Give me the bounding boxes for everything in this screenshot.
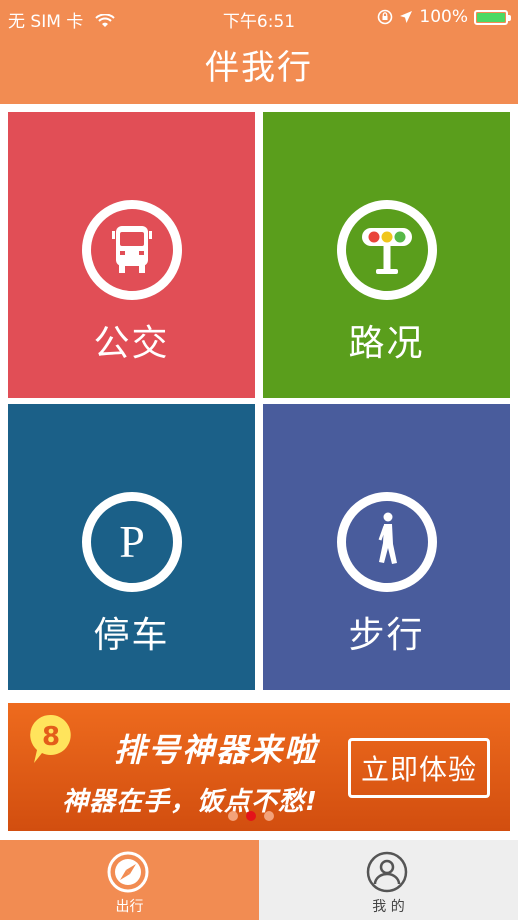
compass-icon: [107, 851, 149, 893]
try-now-button[interactable]: 立即体验: [348, 738, 490, 798]
banner-title: 排号神器来啦: [114, 731, 319, 769]
battery-percent: 100%: [419, 7, 468, 27]
tile-label: 停车: [93, 615, 170, 656]
tile-label: 步行: [348, 615, 425, 656]
tile-label: 公交: [93, 323, 170, 364]
battery-fill: [477, 12, 505, 22]
parking-icon: P: [82, 492, 182, 592]
svg-text:8: 8: [42, 722, 60, 752]
tab-label: 我 的: [372, 899, 405, 915]
status-bar: 无 SIM 卡 下午6:51 100%: [0, 0, 518, 34]
promo-banner[interactable]: 8 排号神器来啦 神器在手，饭点不愁! 立即体验: [8, 703, 510, 831]
tab-mine[interactable]: 我 的: [259, 840, 518, 920]
page-dot[interactable]: [228, 811, 238, 821]
page-title: 伴我行: [205, 48, 313, 88]
parking-tile[interactable]: P 停车: [8, 404, 255, 690]
page-dot[interactable]: [264, 811, 274, 821]
tab-travel[interactable]: 出行: [0, 840, 259, 920]
header-bar: 无 SIM 卡 下午6:51 100% 伴我行: [0, 0, 518, 104]
location-arrow-icon: [400, 11, 413, 23]
battery-icon: [474, 9, 511, 25]
page-dot-active[interactable]: [246, 811, 256, 821]
traffic-light-icon: [337, 200, 437, 300]
walking-tile[interactable]: 步行: [263, 404, 510, 690]
svg-text:P: P: [119, 516, 145, 567]
traffic-tile[interactable]: 路况: [263, 112, 510, 398]
tile-label: 路况: [348, 323, 425, 364]
page-indicator[interactable]: [228, 811, 274, 821]
tab-label: 出行: [115, 899, 144, 915]
banner-subtitle: 神器在手，饭点不愁!: [62, 787, 318, 817]
badge-icon: 8: [30, 714, 71, 763]
rotation-lock-icon: [378, 9, 393, 25]
tab-bar: 出行 我 的: [0, 840, 518, 920]
bus-tile[interactable]: 公交: [8, 112, 255, 398]
user-icon: [366, 851, 408, 893]
bus-icon: [82, 200, 182, 300]
walking-icon: [337, 492, 437, 592]
